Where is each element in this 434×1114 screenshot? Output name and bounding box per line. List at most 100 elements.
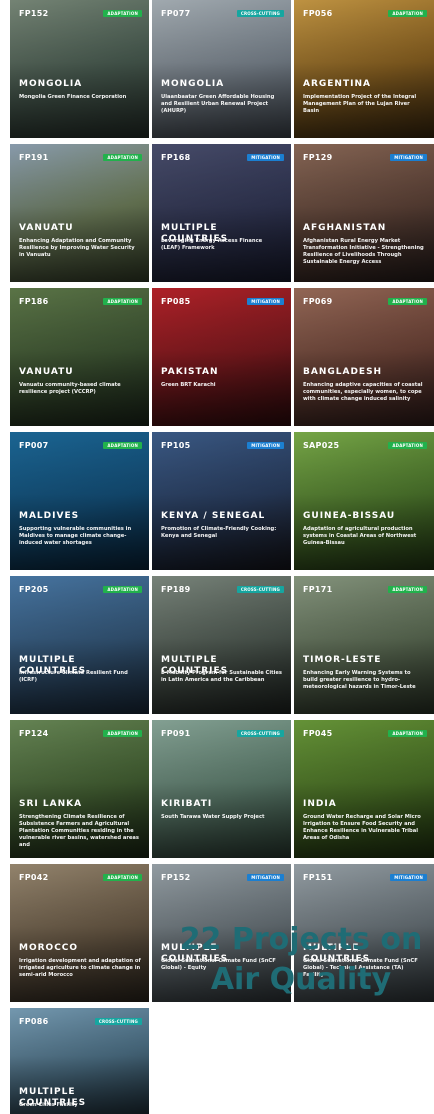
project-country: KENYA / SENEGAL: [161, 511, 266, 521]
project-title: Vanuatu community-based climate resilien…: [19, 382, 121, 395]
theme-badge: MITIGATION: [247, 298, 284, 305]
project-country: MONGOLIA: [161, 79, 225, 89]
theme-badge: ADAPTATION: [103, 874, 142, 881]
project-card[interactable]: FP007 ADAPTATION MALDIVES Supporting vulner…: [10, 432, 149, 570]
project-title: Implementation Project of the Integral M…: [303, 94, 417, 114]
image-overlay: [10, 432, 149, 570]
image-overlay: [10, 576, 149, 714]
theme-badge: MITIGATION: [247, 442, 284, 449]
project-title: E-Mobility Program for Sustainable Citie…: [161, 670, 282, 683]
image-overlay: [152, 432, 291, 570]
project-code: FP186: [19, 297, 49, 306]
theme-badge: CROSS-CUTTING: [236, 730, 284, 737]
image-overlay: [10, 288, 149, 426]
theme-badge: ADAPTATION: [103, 298, 142, 305]
image-overlay: [152, 720, 291, 858]
project-code: FP007: [19, 441, 49, 450]
image-overlay: [152, 576, 291, 714]
project-country: MOROCCO: [19, 943, 79, 953]
project-title: Adaptation of agricultural production sy…: [303, 526, 417, 546]
project-card[interactable]: FP124 ADAPTATION SRI LANKA Strengthening Cl…: [10, 720, 149, 858]
project-card[interactable]: FP091 CROSS-CUTTING KIRIBATI South Tarawa W…: [152, 720, 291, 858]
project-card[interactable]: FP085 MITIGATION PAKISTAN Green BRT Karachi: [152, 288, 291, 426]
project-card[interactable]: FP069 ADAPTATION BANGLADESH Enhancing adapt…: [294, 288, 434, 426]
image-overlay: [10, 0, 149, 138]
project-card[interactable]: FP186 ADAPTATION VANUATU Vanuatu community-…: [10, 288, 149, 426]
project-country: ARGENTINA: [303, 79, 371, 89]
project-country: AFGHANISTAN: [303, 223, 387, 233]
project-country: INDIA: [303, 799, 337, 809]
project-card[interactable]: FP189 CROSS-CUTTING MULTIPLE COUNTRIES E-Mo…: [152, 576, 291, 714]
project-code: FP086: [19, 1017, 49, 1026]
theme-badge: MITIGATION: [390, 154, 427, 161]
project-card[interactable]: FP105 MITIGATION KENYA / SENEGAL Promotion …: [152, 432, 291, 570]
project-card[interactable]: FP086 CROSS-CUTTING MULTIPLE COUNTRIES Gree…: [10, 1008, 149, 1114]
project-card[interactable]: FP152 ADAPTATION MONGOLIA Mongolia Green Fi…: [10, 0, 149, 138]
project-country: SRI LANKA: [19, 799, 83, 809]
project-code: FP085: [161, 297, 191, 306]
project-title: Green BRT Karachi: [161, 382, 216, 388]
project-title: Strengthening Climate Resilience of Subs…: [19, 814, 140, 848]
project-title: Irrigation development and adaptation of…: [19, 958, 141, 978]
project-country: PAKISTAN: [161, 367, 219, 377]
project-code: FP152: [19, 9, 49, 18]
project-card[interactable]: SAP025 ADAPTATION GUINEA-BISSAU Adaptation …: [294, 432, 434, 570]
project-country: VANUATU: [19, 223, 74, 233]
project-title: Supporting vulnerable communities in Mal…: [19, 526, 132, 546]
image-overlay: [294, 432, 434, 570]
project-code: FP171: [303, 585, 333, 594]
project-card[interactable]: FP205 ADAPTATION MULTIPLE COUNTRIES Infrast…: [10, 576, 149, 714]
project-title: Afghanistan Rural Energy Market Transfor…: [303, 238, 424, 265]
theme-badge: MITIGATION: [247, 874, 284, 881]
project-code: FP191: [19, 153, 49, 162]
image-overlay: [152, 288, 291, 426]
project-title: Enhancing adaptive capacities of coastal…: [303, 382, 423, 402]
project-code: FP124: [19, 729, 49, 738]
project-code: FP168: [161, 153, 191, 162]
theme-badge: CROSS-CUTTING: [236, 586, 284, 593]
project-code: FP069: [303, 297, 333, 306]
project-title: Ground Water Recharge and Solar Micro Ir…: [303, 814, 421, 841]
project-title: Green Cities Facility: [19, 1102, 78, 1108]
project-title: Promotion of Climate-Friendly Cooking: K…: [161, 526, 277, 539]
project-code: FP205: [19, 585, 49, 594]
project-country: VANUATU: [19, 367, 74, 377]
project-code: SAP025: [303, 441, 340, 450]
theme-badge: ADAPTATION: [103, 586, 142, 593]
image-overlay: [294, 0, 434, 138]
project-card[interactable]: FP171 ADAPTATION TIMOR-LESTE Enhancing Earl…: [294, 576, 434, 714]
project-code: FP042: [19, 873, 49, 882]
project-title: Leveraging Energy Access Finance (LEAF) …: [161, 238, 263, 251]
project-code: FP189: [161, 585, 191, 594]
project-card[interactable]: FP129 MITIGATION AFGHANISTAN Afghanistan Ru…: [294, 144, 434, 282]
theme-badge: ADAPTATION: [388, 10, 427, 17]
theme-badge: MITIGATION: [247, 154, 284, 161]
project-card[interactable]: FP168 MITIGATION MULTIPLE COUNTRIES Leverag…: [152, 144, 291, 282]
theme-badge: ADAPTATION: [388, 730, 427, 737]
theme-badge: ADAPTATION: [103, 10, 142, 17]
theme-badge: ADAPTATION: [388, 442, 427, 449]
theme-badge: ADAPTATION: [388, 586, 427, 593]
project-code: FP091: [161, 729, 191, 738]
project-code: FP151: [303, 873, 333, 882]
image-overlay: [152, 144, 291, 282]
image-overlay: [152, 0, 291, 138]
project-card[interactable]: FP056 ADAPTATION ARGENTINA Implementation P…: [294, 0, 434, 138]
theme-badge: ADAPTATION: [388, 298, 427, 305]
project-code: FP105: [161, 441, 191, 450]
image-overlay: [10, 864, 149, 1002]
project-country: MONGOLIA: [19, 79, 83, 89]
project-code: FP056: [303, 9, 333, 18]
project-card[interactable]: FP045 ADAPTATION INDIA Ground Water Recharg…: [294, 720, 434, 858]
project-card[interactable]: FP042 ADAPTATION MOROCCO Irrigation develop…: [10, 864, 149, 1002]
theme-badge: ADAPTATION: [103, 442, 142, 449]
headline: 22 Projects on Air Quality: [168, 920, 434, 1000]
project-title: Enhancing Adaptation and Community Resil…: [19, 238, 135, 258]
theme-badge: CROSS-CUTTING: [94, 1018, 142, 1025]
project-country: BANGLADESH: [303, 367, 383, 377]
image-overlay: [10, 144, 149, 282]
project-code: FP152: [161, 873, 191, 882]
project-card[interactable]: FP191 ADAPTATION VANUATU Enhancing Adaptati…: [10, 144, 149, 282]
project-card[interactable]: FP077 CROSS-CUTTING MONGOLIA Ulaanbaatar Gr…: [152, 0, 291, 138]
project-country: GUINEA-BISSAU: [303, 511, 396, 521]
